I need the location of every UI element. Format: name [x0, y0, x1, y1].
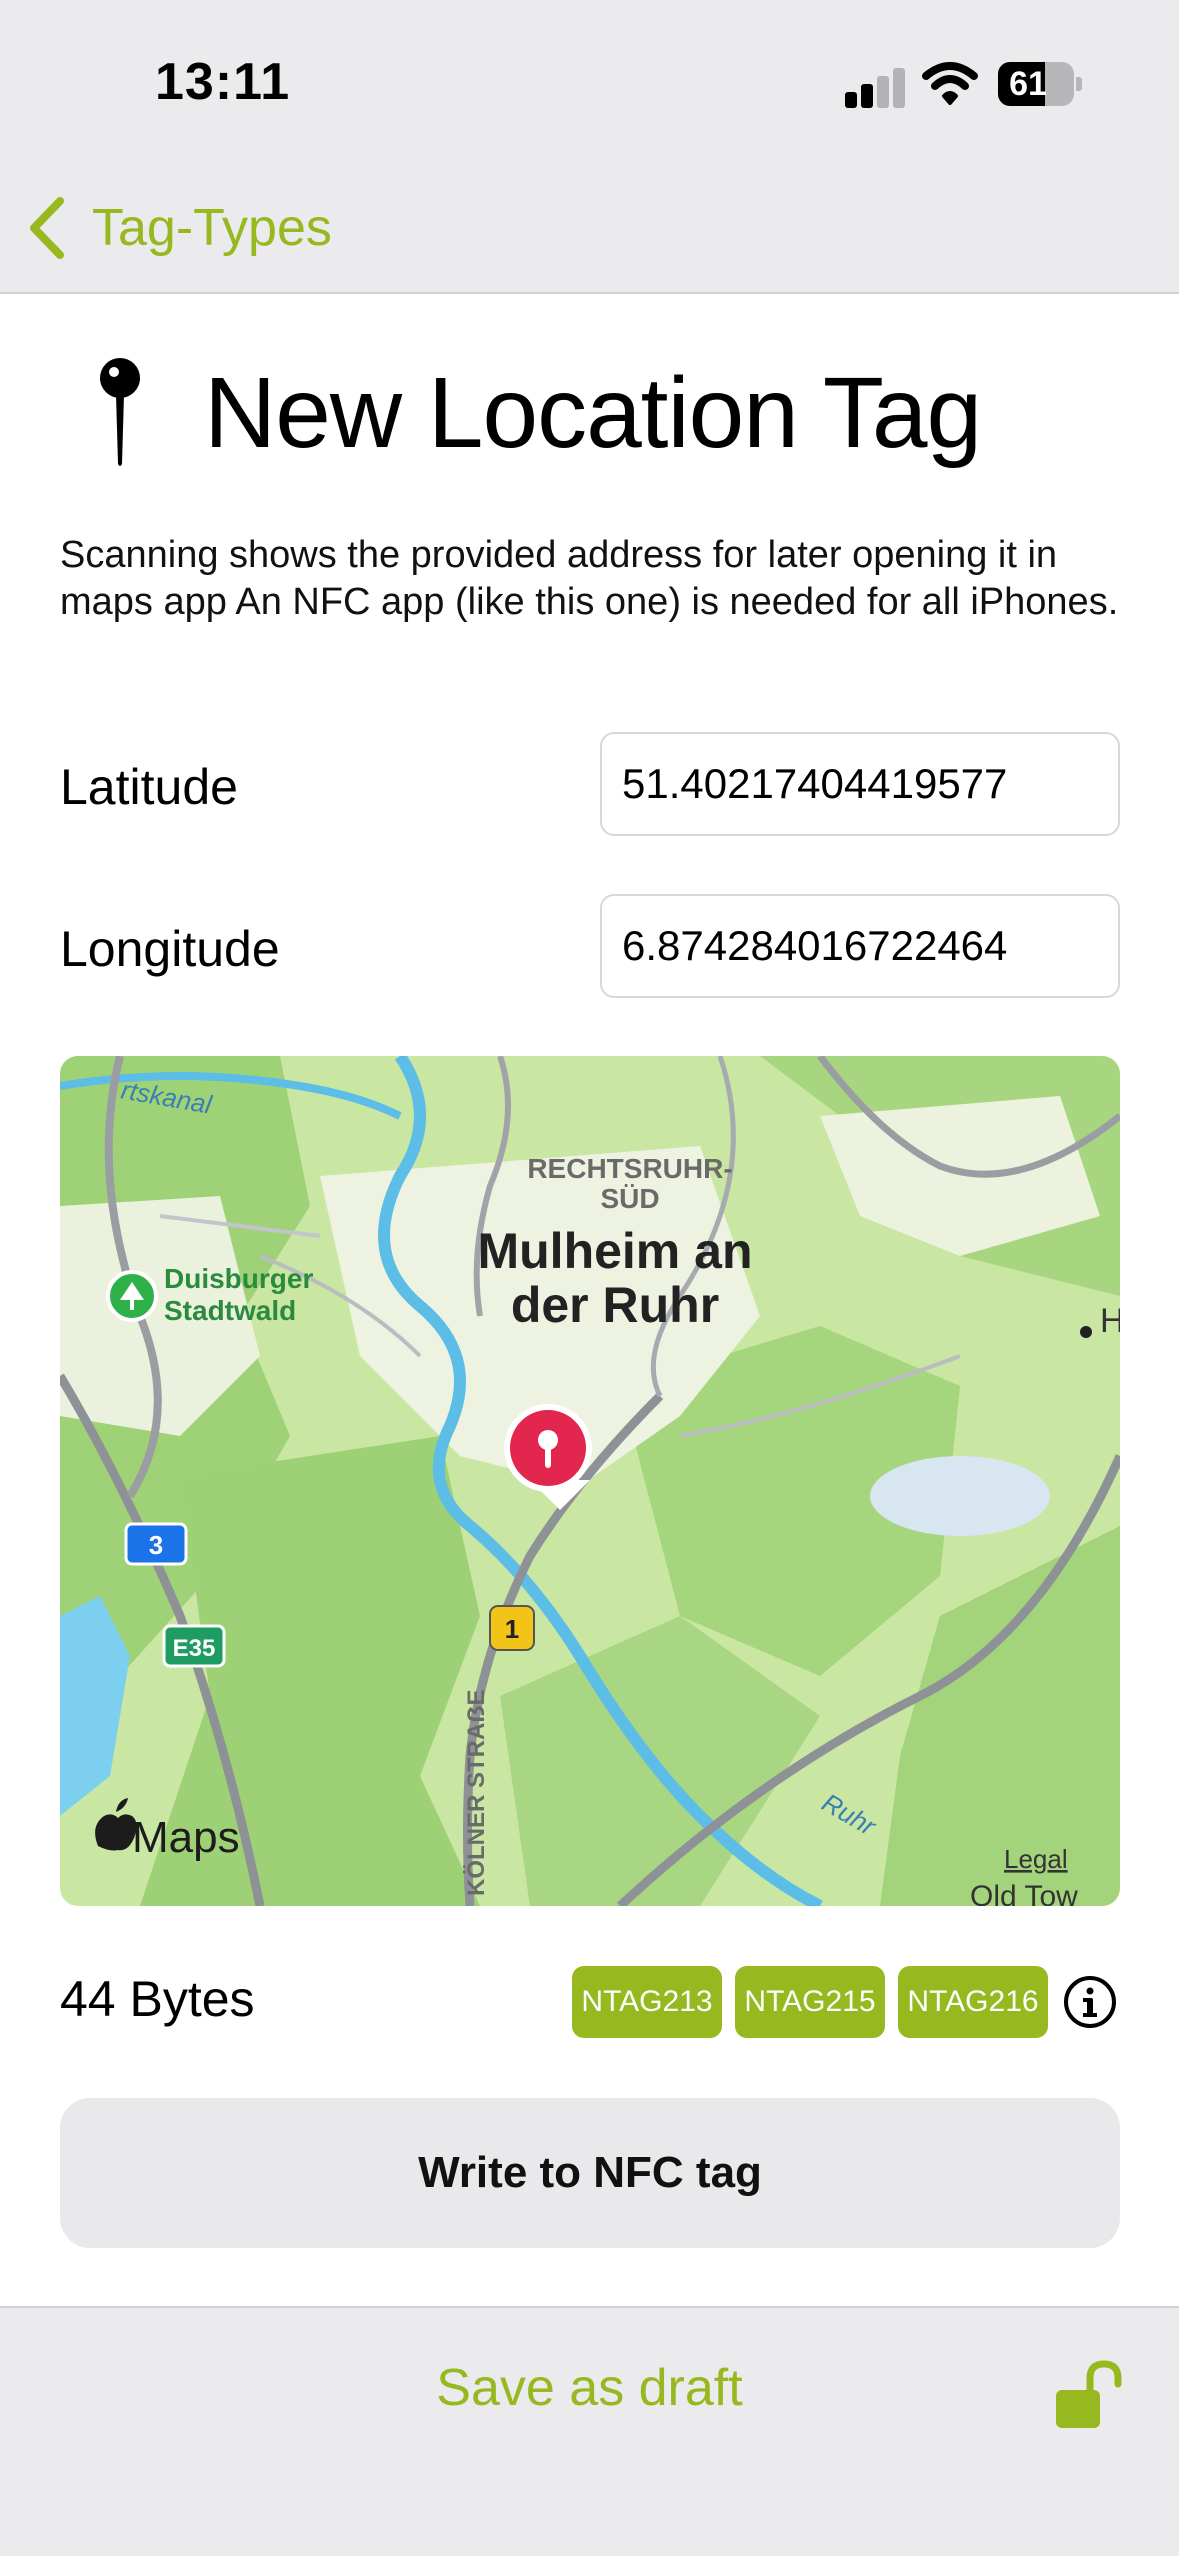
bytes-label: 44 Bytes — [60, 1971, 255, 2027]
latitude-label: Latitude — [60, 759, 238, 815]
map-canvas: rtskanal RECHTSRUHR- SÜD Mulheim an der … — [60, 1056, 1120, 1906]
road-shield-e35: E35 — [162, 1624, 226, 1668]
park-marker[interactable] — [106, 1270, 158, 1322]
tag-type-chips: NTAG213 NTAG215 NTAG216 — [572, 1966, 1048, 2038]
page-title: New Location Tag — [204, 357, 982, 469]
battery-icon: 61 — [998, 62, 1082, 106]
longitude-input[interactable] — [600, 894, 1120, 998]
map-label-city-line1: Mulheim an — [477, 1223, 752, 1279]
map-label-district-line2: SÜD — [600, 1183, 659, 1214]
map-label-city-line2: der Ruhr — [511, 1277, 719, 1333]
tag-description: Scanning shows the provided address for … — [60, 534, 1119, 623]
wifi-icon — [922, 62, 978, 105]
screen: 13:11 61 Tag-Types New Location Tag Scan… — [0, 0, 1179, 2556]
latitude-input[interactable] — [600, 732, 1120, 836]
map-label-park-line2: Stadtwald — [164, 1295, 296, 1326]
svg-text:E35: E35 — [173, 1635, 216, 1662]
map-label-district-line1: RECHTSRUHR- — [527, 1153, 732, 1184]
longitude-row: Longitude — [60, 894, 1120, 998]
map-label-park-line1: Duisburger — [164, 1263, 313, 1294]
cellular-signal-icon — [845, 62, 905, 108]
map-view[interactable]: rtskanal RECHTSRUHR- SÜD Mulheim an der … — [60, 1056, 1120, 1906]
map-label-street: KÖLNER STRAẞE — [463, 1689, 490, 1896]
save-draft-button[interactable]: Save as draft — [0, 2358, 1179, 2418]
write-to-nfc-button[interactable]: Write to NFC tag — [60, 2098, 1120, 2248]
latitude-row: Latitude — [60, 732, 1120, 836]
top-bar: 13:11 61 Tag-Types — [0, 0, 1179, 294]
chip-ntag215: NTAG215 — [735, 1966, 885, 2038]
chip-ntag213: NTAG213 — [572, 1966, 722, 2038]
bottom-bar: Save as draft — [0, 2306, 1179, 2556]
longitude-label: Longitude — [60, 921, 280, 977]
chip-ntag216: NTAG216 — [898, 1966, 1048, 2038]
map-label-edge-letter: H — [1100, 1302, 1120, 1340]
unlocked-padlock-icon[interactable] — [1052, 2358, 1126, 2434]
battery-level: 61 — [1009, 65, 1047, 103]
svg-text:1: 1 — [505, 1614, 519, 1644]
road-shield-1: 1 — [489, 1605, 535, 1651]
svg-text:3: 3 — [149, 1530, 163, 1560]
status-time: 13:11 — [155, 53, 291, 111]
info-icon[interactable] — [1062, 1974, 1118, 2030]
back-button[interactable]: Tag-Types — [24, 188, 332, 268]
map-pin-icon — [100, 358, 140, 466]
map-legal-link[interactable]: Legal — [1004, 1844, 1068, 1874]
road-shield-3: 3 — [124, 1522, 188, 1566]
map-label-edge-town: Old Tow — [970, 1880, 1078, 1906]
back-button-label: Tag-Types — [92, 199, 332, 257]
maps-brand-text: Maps — [132, 1813, 240, 1862]
chevron-left-icon — [30, 197, 64, 259]
